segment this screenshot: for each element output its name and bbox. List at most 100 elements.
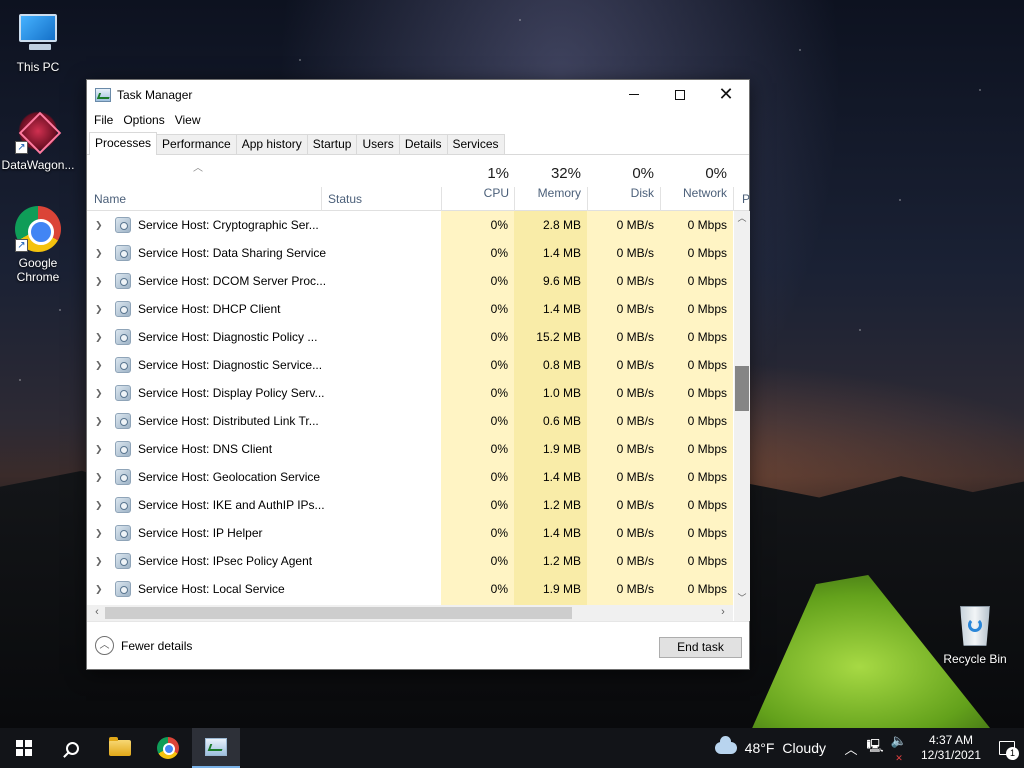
process-memory: 1.9 MB bbox=[542, 582, 581, 596]
expand-chevron-icon[interactable]: ❯ bbox=[95, 528, 103, 539]
expand-chevron-icon[interactable]: ❯ bbox=[95, 472, 103, 483]
process-row[interactable]: ❯ Service Host: DNS Client 0% 1.9 MB 0 MB/s 0… bbox=[87, 435, 733, 463]
scroll-right-icon[interactable]: › bbox=[716, 606, 730, 620]
title-bar[interactable]: Task Manager ✕ bbox=[87, 80, 749, 109]
taskbar-task-manager[interactable] bbox=[192, 728, 240, 768]
process-row[interactable]: ❯ Service Host: Diagnostic Service... 0% 0.… bbox=[87, 351, 733, 379]
volume-muted-icon[interactable]: 🔈✕ bbox=[888, 733, 910, 764]
datawagon-icon: ↗ bbox=[15, 108, 61, 154]
process-cpu: 0% bbox=[490, 470, 508, 484]
taskbar-file-explorer[interactable] bbox=[96, 728, 144, 768]
service-gear-icon bbox=[115, 469, 131, 485]
expand-chevron-icon[interactable]: ❯ bbox=[95, 444, 103, 455]
task-manager-icon bbox=[205, 738, 227, 756]
expand-chevron-icon[interactable]: ❯ bbox=[95, 332, 103, 343]
process-memory: 2.8 MB bbox=[542, 218, 581, 232]
fewer-details-toggle[interactable]: ︿ Fewer details bbox=[95, 636, 192, 655]
menu-view[interactable]: View bbox=[173, 113, 207, 127]
scroll-down-icon[interactable]: ﹀ bbox=[734, 591, 750, 605]
menu-file[interactable]: File bbox=[92, 113, 119, 127]
expand-chevron-icon[interactable]: ❯ bbox=[95, 248, 103, 259]
desktop-icon-google-chrome[interactable]: ↗ Google Chrome bbox=[0, 206, 76, 284]
horizontal-scroll-thumb[interactable] bbox=[105, 607, 572, 619]
desktop-icon-recycle-bin[interactable]: Recycle Bin bbox=[937, 602, 1013, 666]
process-cpu: 0% bbox=[490, 330, 508, 344]
tab-users[interactable]: Users bbox=[356, 134, 400, 154]
column-divider[interactable] bbox=[441, 187, 442, 211]
process-name: Service Host: Data Sharing Service bbox=[138, 246, 327, 260]
column-divider[interactable] bbox=[733, 187, 734, 211]
process-row[interactable]: ❯ Service Host: Geolocation Service 0% 1.4 … bbox=[87, 463, 733, 491]
maximize-button[interactable] bbox=[657, 80, 703, 109]
column-header-power[interactable]: P bbox=[742, 192, 750, 206]
tab-startup[interactable]: Startup bbox=[306, 134, 358, 154]
tab-services[interactable]: Services bbox=[446, 134, 505, 154]
notification-center-button[interactable]: 1 bbox=[990, 728, 1024, 768]
expand-chevron-icon[interactable]: ❯ bbox=[95, 500, 103, 511]
column-header-disk[interactable]: 0% Disk bbox=[592, 165, 654, 200]
column-header-row: ︿ Name Status 1% CPU 32% Memory 0% Disk … bbox=[87, 155, 750, 211]
task-manager-window: Task Manager ✕ File Options View Process… bbox=[86, 79, 750, 670]
process-disk: 0 MB/s bbox=[616, 358, 654, 372]
network-icon[interactable]: 🖳 bbox=[864, 737, 886, 759]
tab-processes[interactable]: Processes bbox=[89, 132, 158, 155]
vertical-scroll-thumb[interactable] bbox=[735, 366, 749, 411]
expand-chevron-icon[interactable]: ❯ bbox=[95, 584, 103, 595]
weather-widget[interactable]: 48°F Cloudy bbox=[714, 736, 826, 756]
process-row[interactable]: ❯ Service Host: IKE and AuthIP IPs... 0% 1.… bbox=[87, 491, 733, 519]
service-gear-icon bbox=[115, 525, 131, 541]
expand-chevron-icon[interactable]: ❯ bbox=[95, 276, 103, 287]
process-row[interactable]: ❯ Service Host: DCOM Server Proc... 0% 9.6 … bbox=[87, 267, 733, 295]
process-list: ❯ Service Host: Cryptographic Ser... 0% 2.8… bbox=[87, 211, 733, 605]
expand-chevron-icon[interactable]: ❯ bbox=[95, 220, 103, 231]
expand-chevron-icon[interactable]: ❯ bbox=[95, 388, 103, 399]
process-row[interactable]: ❯ Service Host: IPsec Policy Agent 0% 1.2 M… bbox=[87, 547, 733, 575]
expand-chevron-icon[interactable]: ❯ bbox=[95, 556, 103, 567]
tab-app-history[interactable]: App history bbox=[235, 134, 308, 154]
column-divider[interactable] bbox=[587, 187, 588, 211]
process-row[interactable]: ❯ Service Host: Local Service 0% 1.9 MB 0 MB… bbox=[87, 575, 733, 603]
column-divider[interactable] bbox=[514, 187, 515, 211]
expand-chevron-icon[interactable]: ❯ bbox=[95, 416, 103, 427]
expand-chevron-icon[interactable]: ❯ bbox=[95, 304, 103, 315]
close-button[interactable]: ✕ bbox=[703, 80, 749, 109]
start-button[interactable] bbox=[0, 728, 48, 768]
process-row[interactable]: ❯ Service Host: Data Sharing Service 0% 1.4… bbox=[87, 239, 733, 267]
column-header-memory[interactable]: 32% Memory bbox=[517, 165, 581, 200]
process-network: 0 Mbps bbox=[687, 274, 727, 288]
menu-options[interactable]: Options bbox=[121, 113, 170, 127]
desktop-icon-this-pc[interactable]: This PC bbox=[0, 10, 76, 74]
process-name: Service Host: DNS Client bbox=[138, 442, 273, 456]
tab-performance[interactable]: Performance bbox=[156, 134, 237, 154]
clock[interactable]: 4:37 AM 12/31/2021 bbox=[916, 733, 986, 763]
desktop-icon-label: Google Chrome bbox=[16, 256, 60, 284]
process-row[interactable]: ❯ Service Host: Display Policy Serv... 0% 1… bbox=[87, 379, 733, 407]
end-task-button[interactable]: End task bbox=[659, 637, 742, 658]
column-header-network[interactable]: 0% Network bbox=[665, 165, 727, 200]
process-row[interactable]: ❯ Service Host: Distributed Link Tr... 0% 0… bbox=[87, 407, 733, 435]
scroll-up-icon[interactable]: ︿ bbox=[734, 211, 750, 225]
minimize-button[interactable] bbox=[611, 80, 657, 109]
expand-chevron-icon[interactable]: ❯ bbox=[95, 360, 103, 371]
tab-details[interactable]: Details bbox=[398, 134, 448, 154]
search-button[interactable] bbox=[48, 728, 96, 768]
column-header-name[interactable]: Name bbox=[94, 192, 126, 206]
horizontal-scrollbar[interactable]: ‹ › bbox=[87, 605, 733, 621]
column-divider[interactable] bbox=[321, 187, 322, 211]
desktop-icon-datawagon[interactable]: ↗ DataWagon... bbox=[0, 108, 76, 172]
column-header-cpu[interactable]: 1% CPU bbox=[447, 165, 509, 200]
memory-label: Memory bbox=[537, 186, 581, 200]
cpu-label: CPU bbox=[483, 186, 509, 200]
chevron-up-icon[interactable]: ︿ bbox=[840, 739, 862, 758]
chrome-icon bbox=[157, 737, 179, 759]
process-name: Service Host: Geolocation Service bbox=[138, 470, 321, 484]
process-row[interactable]: ❯ Service Host: DHCP Client 0% 1.4 MB 0 MB/s… bbox=[87, 295, 733, 323]
column-divider[interactable] bbox=[660, 187, 661, 211]
vertical-scrollbar[interactable]: ︿ ﹀ bbox=[734, 211, 750, 605]
taskbar-chrome[interactable] bbox=[144, 728, 192, 768]
process-row[interactable]: ❯ Service Host: Diagnostic Policy ... 0% 15… bbox=[87, 323, 733, 351]
process-row[interactable]: ❯ Service Host: Cryptographic Ser... 0% 2.8… bbox=[87, 211, 733, 239]
process-row[interactable]: ❯ Service Host: IP Helper 0% 1.4 MB 0 MB/s 0 … bbox=[87, 519, 733, 547]
column-header-status[interactable]: Status bbox=[328, 192, 362, 206]
scroll-left-icon[interactable]: ‹ bbox=[90, 606, 104, 620]
